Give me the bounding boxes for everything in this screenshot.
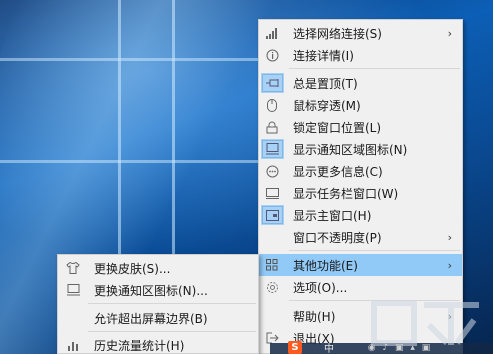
menu-separator — [289, 250, 460, 251]
submenu-arrow-icon: › — [447, 230, 452, 244]
menu-item-show-tray-icon[interactable]: 显示通知区域图标(N) — [259, 138, 462, 160]
main-window-icon — [261, 205, 284, 225]
submenu-item-traffic-history[interactable]: 历史流量统计(H) — [58, 334, 258, 354]
submenu-item-change-skin[interactable]: 更换皮肤(S)... — [58, 257, 258, 279]
pin-icon — [261, 73, 284, 93]
menu-item-label: 更换通知区图标(N)... — [94, 283, 208, 298]
menu-item-select-network[interactable]: 选择网络连接(S) › — [259, 22, 462, 44]
lock-icon — [259, 116, 285, 138]
input-language-indicator[interactable]: 中 — [322, 341, 336, 354]
info-icon — [259, 44, 285, 66]
menu-item-label: 选择网络连接(S) — [293, 26, 382, 41]
menu-item-label: 显示更多信息(C) — [293, 164, 383, 179]
menu-item-show-taskbar-window[interactable]: 显示任务栏窗口(W) — [259, 182, 462, 204]
tray-icon — [261, 139, 284, 159]
menu-item-always-on-top[interactable]: 总是置顶(T) — [259, 72, 462, 94]
menu-item-label: 显示任务栏窗口(W) — [293, 186, 399, 201]
menu-item-show-more-info[interactable]: 显示更多信息(C) — [259, 160, 462, 182]
menu-item-window-opacity[interactable]: 窗口不透明度(P) › — [259, 226, 462, 248]
window-logo-pane-horizontal — [0, 160, 260, 163]
submenu-arrow-icon: › — [447, 258, 452, 272]
tray-icon — [60, 279, 86, 301]
gear-icon — [259, 276, 285, 298]
menu-item-label: 显示主窗口(H) — [293, 208, 372, 223]
menu-item-lock-window-position[interactable]: 锁定窗口位置(L) — [259, 116, 462, 138]
menu-item-mouse-passthrough[interactable]: 鼠标穿透(M) — [259, 94, 462, 116]
watermark-logo — [371, 300, 479, 346]
menu-separator — [289, 68, 460, 69]
signal-icon — [259, 22, 285, 44]
submenu-item-change-tray-icon[interactable]: 更换通知区图标(N)... — [58, 279, 258, 301]
menu-item-label: 更换皮肤(S)... — [94, 261, 171, 276]
menu-separator — [88, 303, 256, 304]
shirt-icon — [60, 257, 86, 279]
grid-icon — [259, 254, 285, 276]
menu-item-connection-details[interactable]: 连接详情(I) — [259, 44, 462, 66]
window-logo-pane-vertical — [118, 0, 121, 260]
menu-item-other-functions[interactable]: 其他功能(E) › — [259, 254, 462, 276]
taskbar-window-icon — [259, 182, 285, 204]
tray-app-icon[interactable]: S — [288, 341, 302, 354]
menu-item-label: 显示通知区域图标(N) — [293, 142, 408, 157]
menu-item-label: 帮助(H) — [293, 309, 336, 324]
menu-item-label: 连接详情(I) — [293, 48, 354, 63]
menu-separator — [88, 331, 256, 332]
menu-item-label: 其他功能(E) — [293, 258, 358, 273]
menu-item-label: 窗口不透明度(P) — [293, 230, 382, 245]
submenu-item-allow-beyond-screen[interactable]: 允许超出屏幕边界(B) — [58, 307, 258, 329]
menu-item-label: 允许超出屏幕边界(B) — [94, 311, 208, 326]
window-logo-pane-vertical — [172, 0, 175, 260]
window-logo-pane-horizontal — [0, 58, 260, 61]
mouse-icon — [259, 94, 285, 116]
other-functions-submenu: 更换皮肤(S)... 更换通知区图标(N)... 允许超出屏幕边界(B) 历史流… — [57, 254, 259, 354]
menu-item-label: 选项(O)... — [293, 280, 348, 295]
menu-item-label: 鼠标穿透(M) — [293, 98, 361, 113]
menu-item-label: 锁定窗口位置(L) — [293, 120, 382, 135]
menu-item-label: 历史流量统计(H) — [94, 338, 185, 353]
menu-item-label: 总是置顶(T) — [293, 76, 358, 91]
more-icon — [259, 160, 285, 182]
menu-item-show-main-window[interactable]: 显示主窗口(H) — [259, 204, 462, 226]
submenu-arrow-icon: › — [447, 26, 452, 40]
chart-icon — [60, 334, 86, 354]
